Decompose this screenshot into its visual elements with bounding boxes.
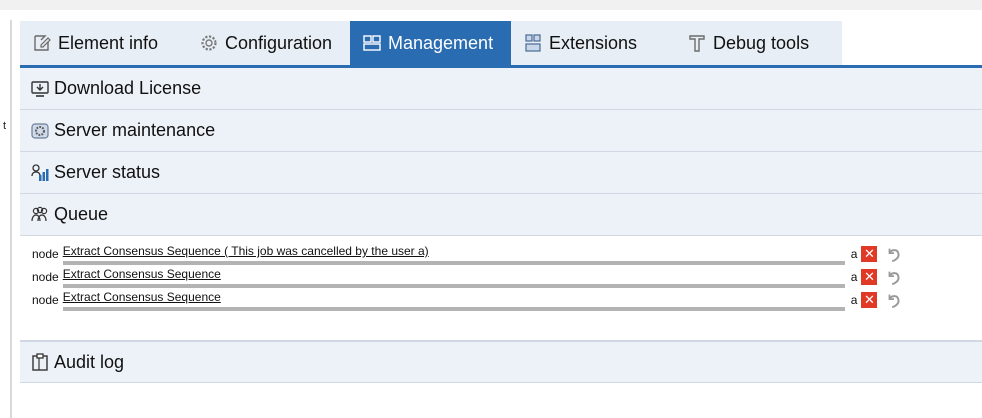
section-audit-log-label: Audit log	[54, 351, 125, 372]
clipboard-icon	[32, 353, 48, 371]
queue-item-node: node	[32, 270, 59, 284]
section-server-maintenance[interactable]: Server maintenance	[20, 110, 982, 152]
tab-bar: Element info Configuration Management Ex…	[20, 21, 982, 65]
tab-debug-tools[interactable]: Debug tools	[675, 21, 842, 65]
tab-extensions[interactable]: Extensions	[511, 21, 675, 65]
queue-item-owner: a	[850, 293, 858, 307]
undo-icon[interactable]	[885, 291, 903, 309]
download-monitor-icon	[31, 80, 49, 97]
queue-list: node Extract Consensus Sequence ( This j…	[20, 236, 982, 341]
cancel-job-button[interactable]: ✕	[861, 292, 878, 308]
left-rule	[10, 20, 12, 418]
queue-item: node Extract Consensus Sequence ( This j…	[20, 242, 982, 265]
section-server-status-label: Server status	[54, 162, 161, 182]
queue-people-icon	[31, 206, 48, 221]
tab-extensions-label: Extensions	[549, 32, 638, 53]
undo-icon[interactable]	[885, 268, 903, 286]
queue-item-node: node	[32, 293, 59, 307]
queue-item: node Extract Consensus Sequence a ✕	[20, 288, 982, 311]
management-panel: Download License Server maintenance Serv…	[20, 68, 982, 383]
queue-item-node: node	[32, 247, 59, 261]
status-chart-icon	[31, 163, 49, 181]
queue-item-job-link[interactable]: Extract Consensus Sequence	[62, 267, 845, 288]
tab-configuration[interactable]: Configuration	[187, 21, 350, 65]
cancel-job-button[interactable]: ✕	[861, 269, 878, 285]
queue-item-owner: a	[850, 270, 858, 284]
section-download-license[interactable]: Download License	[20, 68, 982, 110]
tab-debug-tools-label: Debug tools	[713, 32, 810, 53]
section-server-maintenance-label: Server maintenance	[54, 120, 216, 140]
document-edit-icon	[34, 35, 51, 51]
section-server-status[interactable]: Server status	[20, 152, 982, 194]
tab-configuration-label: Configuration	[225, 32, 333, 53]
section-audit-log[interactable]: Audit log	[20, 341, 982, 383]
maintenance-gear-icon	[31, 122, 49, 139]
extensions-icon	[525, 34, 541, 52]
queue-item-job-link[interactable]: Extract Consensus Sequence	[62, 290, 845, 311]
stray-text: t	[3, 120, 7, 132]
top-band	[0, 0, 982, 10]
management-icon	[363, 35, 381, 51]
queue-item-owner: a	[850, 247, 858, 261]
tool-icon	[689, 35, 705, 52]
queue-item-job-link[interactable]: Extract Consensus Sequence ( This job wa…	[62, 244, 845, 265]
undo-icon[interactable]	[885, 245, 903, 263]
tab-management[interactable]: Management	[350, 21, 511, 65]
tab-management-label: Management	[388, 32, 494, 53]
cancel-job-button[interactable]: ✕	[861, 246, 878, 262]
tab-element-info-label: Element info	[58, 32, 159, 53]
section-download-license-label: Download License	[54, 78, 202, 98]
section-queue-label: Queue	[54, 204, 109, 224]
tab-element-info[interactable]: Element info	[20, 21, 187, 65]
queue-item: node Extract Consensus Sequence a ✕	[20, 265, 982, 288]
gear-icon	[201, 35, 217, 51]
section-queue[interactable]: Queue	[20, 194, 982, 236]
